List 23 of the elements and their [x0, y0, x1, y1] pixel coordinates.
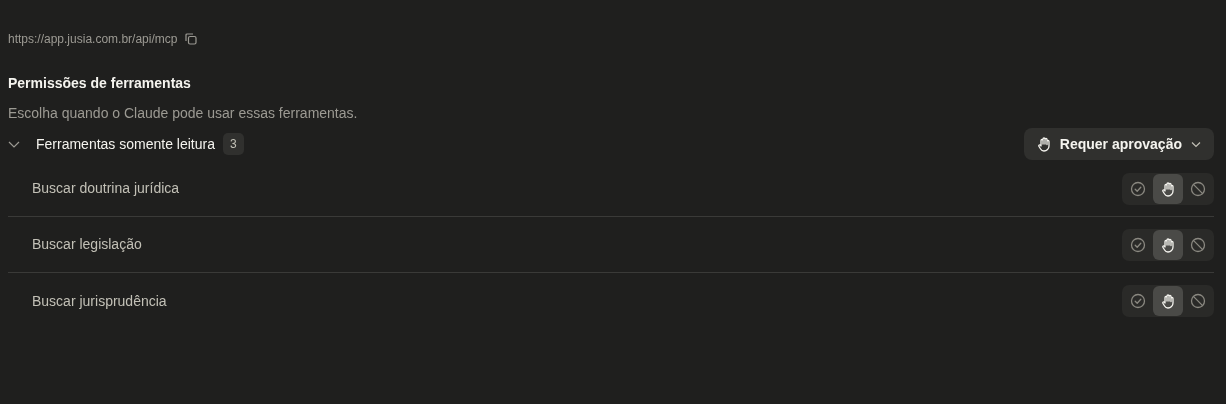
tool-name: Buscar doutrina jurídica [32, 179, 180, 198]
tool-name: Buscar jurisprudência [32, 291, 167, 311]
approval-option[interactable] [1153, 286, 1183, 316]
check-circle-icon [1130, 293, 1146, 309]
approval-option[interactable] [1153, 229, 1183, 260]
section-description: Escolha quando o Claude pode usar essas ferramentas. [8, 104, 359, 123]
server-url: https://app.jusia.com.br/api/mcp [8, 31, 178, 48]
check-circle-icon [1130, 180, 1146, 197]
hand-icon [1160, 293, 1176, 309]
hand-icon [1160, 180, 1176, 197]
block-icon [1190, 293, 1206, 309]
approval-option[interactable] [1153, 173, 1183, 204]
count-badge: 3 [222, 133, 244, 155]
group-label: Ferramentas somente leitura [36, 134, 215, 154]
hand-icon [1160, 236, 1176, 253]
section-title: Permissões de ferramentas [8, 74, 192, 93]
block-icon [1190, 236, 1206, 253]
copy-icon[interactable] [185, 33, 198, 45]
check-circle-icon [1130, 236, 1146, 253]
policy-dropdown[interactable]: Requer aprovação [1023, 128, 1214, 160]
hand-icon [1035, 136, 1052, 152]
block-icon [1190, 180, 1206, 197]
tool-name: Buscar legislação [32, 235, 142, 254]
